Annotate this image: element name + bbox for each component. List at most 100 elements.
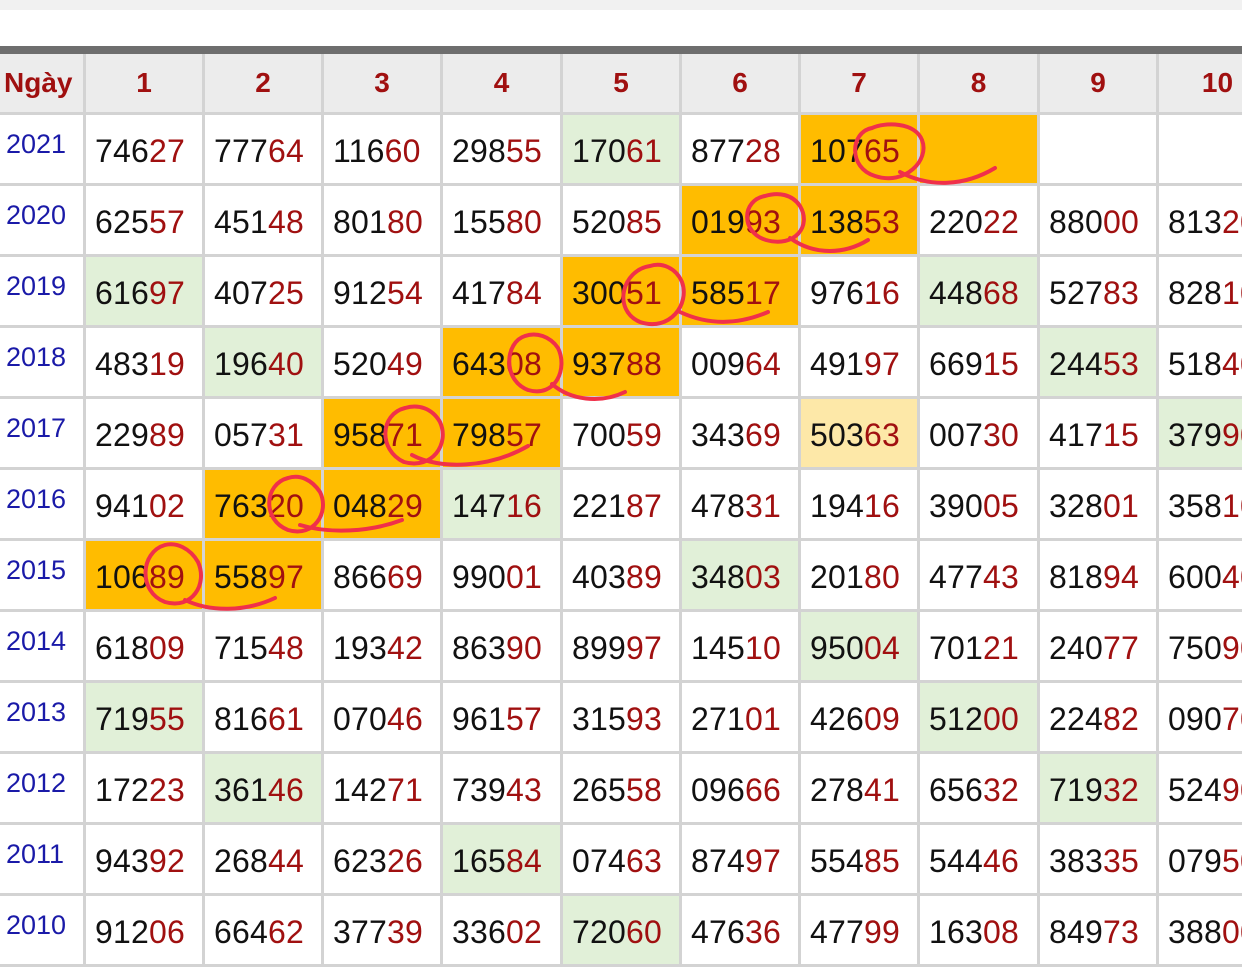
result-head-digits: 070 [333,701,387,737]
result-head-digits: 106 [95,559,149,595]
result-tail-digits: 59 [626,417,662,453]
year-link-2018[interactable]: 2018 [0,328,86,399]
result-head-digits: 941 [95,488,149,524]
result-tail-digits: 93 [626,701,662,737]
year-link-2020[interactable]: 2020 [0,186,86,257]
result-head-digits: 700 [572,417,626,453]
result-cell: 95004 [801,612,920,683]
result-head-digits: 880 [1049,204,1103,240]
result-tail-digits: 19 [149,346,185,382]
result-tail-digits: 82 [1103,701,1139,737]
result-cell: 27101 [682,683,801,754]
result-head-digits: 019 [691,204,745,240]
result-head-digits: 750 [1168,630,1222,666]
result-head-digits: 585 [691,275,745,311]
result-cell: 22187 [563,470,682,541]
result-head-digits: 899 [572,630,626,666]
result-head-digits: 145 [691,630,745,666]
result-head-digits: 777 [214,133,268,169]
result-tail-digits: 49 [387,346,423,382]
result-tail-digits: 70 [1222,701,1242,737]
year-link-2016[interactable]: 2016 [0,470,86,541]
result-tail-digits: 87 [626,488,662,524]
result-head-digits: 390 [929,488,983,524]
result-cell: 29855 [443,115,563,186]
result-head-digits: 503 [810,417,864,453]
result-tail-digits: 30 [983,417,1019,453]
result-cell: 37739 [324,896,443,967]
result-cell: 16584 [443,825,563,896]
result-cell: 52783 [1040,257,1159,328]
result-head-digits: 527 [1049,275,1103,311]
result-tail-digits: 40 [1222,559,1242,595]
year-link-2017[interactable]: 2017 [0,399,86,470]
result-tail-digits: 68 [983,275,1019,311]
result-cell: 14271 [324,754,443,825]
header-col-5: 5 [563,54,682,115]
result-head-digits: 377 [333,914,387,950]
result-head-digits: 600 [1168,559,1222,595]
result-cell [1040,115,1159,186]
result-head-digits: 715 [214,630,268,666]
result-tail-digits: 89 [626,559,662,595]
result-cell: 58517 [682,257,801,328]
result-tail-digits: 01 [745,701,781,737]
result-cell: 47799 [801,896,920,967]
result-cell [920,115,1040,186]
result-cell: 65632 [920,754,1040,825]
result-tail-digits: 88 [626,346,662,382]
result-cell: 66462 [205,896,324,967]
result-cell: 38335 [1040,825,1159,896]
result-cell: 41784 [443,257,563,328]
result-cell: 95871 [324,399,443,470]
result-cell: 70059 [563,399,682,470]
result-cell: 91206 [86,896,205,967]
result-tail-digits: 77 [1103,630,1139,666]
result-head-digits: 417 [1049,417,1103,453]
result-cell: 42609 [801,683,920,754]
result-head-digits: 961 [452,701,506,737]
year-link-2014[interactable]: 2014 [0,612,86,683]
year-link-2015[interactable]: 2015 [0,541,86,612]
result-head-digits: 155 [452,204,506,240]
result-tail-digits: 61 [626,133,662,169]
result-cell: 40725 [205,257,324,328]
year-link-2010[interactable]: 2010 [0,896,86,967]
result-head-digits: 656 [929,772,983,808]
result-cell: 45148 [205,186,324,257]
year-link-2013[interactable]: 2013 [0,683,86,754]
year-link-2019[interactable]: 2019 [0,257,86,328]
result-head-digits: 976 [810,275,864,311]
result-tail-digits: 54 [387,275,423,311]
year-link-2011[interactable]: 2011 [0,825,86,896]
result-head-digits: 643 [452,346,506,382]
result-tail-digits: 89 [149,559,185,595]
result-tail-digits: 35 [1103,843,1139,879]
result-tail-digits: 97 [149,275,185,311]
result-tail-digits: 36 [745,914,781,950]
year-link-2021[interactable]: 2021 [0,115,86,186]
result-head-digits: 451 [214,204,268,240]
result-head-digits: 079 [1168,843,1222,879]
result-tail-digits: 97 [745,843,781,879]
result-head-digits: 048 [333,488,387,524]
result-tail-digits: 64 [745,346,781,382]
result-head-digits: 558 [214,559,268,595]
result-cell: 14716 [443,470,563,541]
result-head-digits: 801 [333,204,387,240]
result-tail-digits: 40 [1222,346,1242,382]
result-head-digits: 763 [214,488,268,524]
result-head-digits: 300 [572,275,626,311]
result-tail-digits: 05 [983,488,1019,524]
result-cell: 87728 [682,115,801,186]
result-tail-digits: 60 [626,914,662,950]
result-tail-digits: 90 [1222,630,1242,666]
result-tail-digits: 16 [864,488,900,524]
result-tail-digits: 90 [1222,772,1242,808]
result-head-digits: 229 [95,417,149,453]
result-head-digits: 625 [95,204,149,240]
result-head-digits: 477 [929,559,983,595]
result-head-digits: 874 [691,843,745,879]
year-link-2012[interactable]: 2012 [0,754,86,825]
result-cell: 11660 [324,115,443,186]
